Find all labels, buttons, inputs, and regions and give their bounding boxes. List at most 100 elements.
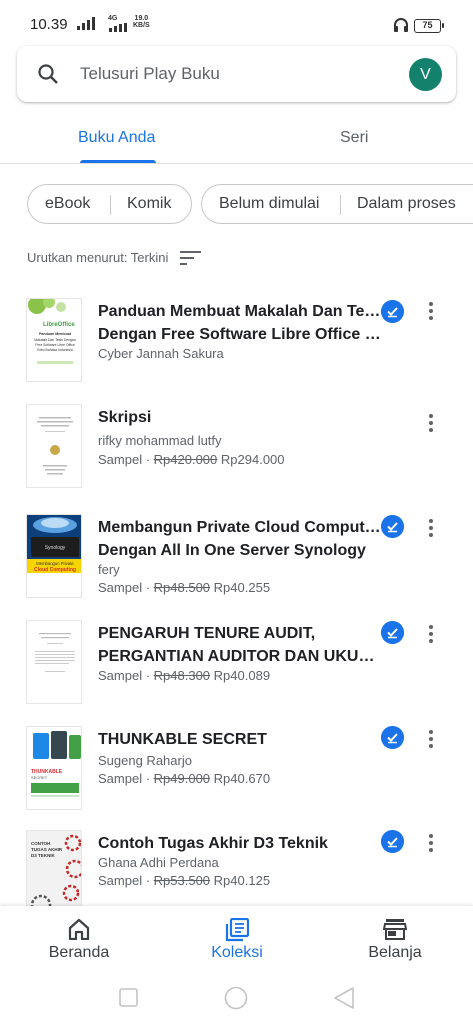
book-item[interactable]: PENGARUH TENURE AUDIT, PERGANTIAN AUDITO…	[0, 620, 473, 726]
cover-text: Panduan Membuat	[39, 332, 72, 336]
tab-indicator	[80, 160, 156, 163]
status-filter-group: Belum dimulai Dalam proses	[201, 184, 473, 224]
book-author: Cyber Jannah Sakura	[98, 346, 224, 361]
book-cover-art: Synology Membangun Private Cloud Computi…	[27, 515, 81, 597]
book-title-line: Contoh Tugas Akhir D3 Teknik	[98, 835, 328, 852]
chip-dalam-proses[interactable]: Dalam proses	[357, 195, 456, 213]
book-item[interactable]: THUNKABLE SECRET THUNKABLE SECRET Sugeng…	[0, 726, 473, 832]
nav-label: Belanja	[368, 944, 422, 961]
chip-belum-dimulai[interactable]: Belum dimulai	[219, 195, 319, 213]
chip-divider	[110, 195, 111, 215]
book-title: Contoh Tugas Akhir D3 Teknik	[98, 832, 383, 855]
old-price: Rp420.000	[153, 452, 218, 467]
book-title-line: Dengan Free Software Libre Office Ed...	[98, 326, 383, 343]
book-price: Sampel · Rp53.500 Rp40.125	[98, 871, 270, 890]
more-options-icon[interactable]	[421, 412, 441, 436]
bottom-navigation: Beranda Koleksi Belanja	[0, 906, 473, 972]
book-title-line: Membangun Private Cloud Computing	[98, 519, 383, 536]
book-title-line: THUNKABLE SECRET	[98, 731, 267, 748]
price: Rp40.125	[213, 873, 271, 888]
book-title-line: Dengan All In One Server Synology	[98, 542, 366, 559]
book-author: Sugeng Raharjo	[98, 753, 192, 768]
book-cover-art: LibreOffice Panduan Membuat Makalah Dan …	[27, 299, 81, 381]
sort-label[interactable]: Urutkan menurut: Terkini	[27, 250, 168, 265]
sample-label: Sampel ·	[98, 771, 151, 786]
price: Rp40.089	[213, 668, 271, 683]
home-icon	[68, 918, 90, 940]
sort-icon[interactable]	[180, 251, 201, 265]
book-title: PENGARUH TENURE AUDIT, PERGANTIAN AUDITO…	[98, 622, 383, 668]
old-price: Rp49.000	[153, 771, 211, 786]
sample-label: Sampel ·	[98, 580, 151, 595]
cover-text: CONTOH	[31, 841, 50, 846]
book-title-line: Panduan Membuat Makalah Dan Tesis	[98, 303, 383, 320]
cover-text: D3 TEKNIK	[31, 853, 56, 858]
search-input[interactable]: Telusuri Play Buku	[80, 64, 220, 84]
cover-text: Membangun Private	[36, 561, 74, 566]
downloaded-check-icon	[381, 830, 404, 853]
network-type: 4G	[108, 15, 118, 22]
book-price: Sampel · Rp48.300 Rp40.089	[98, 666, 270, 685]
chip-ebook[interactable]: eBook	[45, 195, 90, 213]
nav-koleksi[interactable]: Koleksi	[158, 906, 316, 972]
avatar[interactable]: V	[409, 58, 442, 91]
headset-icon	[394, 18, 408, 32]
cover-text: LibreOffice	[43, 322, 75, 328]
cover-text: Edisi Bahasa Indonesia	[37, 348, 73, 352]
more-options-icon[interactable]	[421, 728, 441, 752]
nav-label: Koleksi	[211, 944, 263, 961]
book-author: rifky mohammad lutfy	[98, 433, 222, 448]
book-title-line: PERGANTIAN AUDITOR DAN UKURA...	[98, 648, 383, 665]
battery-indicator: 75	[414, 19, 444, 33]
nav-label: Beranda	[48, 944, 110, 961]
sample-label: Sampel ·	[98, 873, 151, 888]
book-cover: THUNKABLE SECRET	[26, 726, 82, 810]
book-item[interactable]: Skripsi rifky mohammad lutfy Sampel · Rp…	[0, 404, 473, 510]
book-cover	[26, 620, 82, 704]
more-options-icon[interactable]	[421, 300, 441, 324]
home-button-icon[interactable]	[224, 986, 248, 1010]
book-cover	[26, 404, 82, 488]
downloaded-check-icon	[381, 300, 404, 323]
tab-bar: Buku Anda Seri	[0, 112, 473, 164]
price: Rp40.255	[213, 580, 271, 595]
chip-komik[interactable]: Komik	[127, 195, 171, 213]
search-bar[interactable]: Telusuri Play Buku V	[17, 46, 456, 102]
status-time: 10.39	[30, 16, 68, 33]
speed-unit: KB/S	[133, 22, 150, 29]
more-options-icon[interactable]	[421, 623, 441, 647]
old-price: Rp48.300	[153, 668, 211, 683]
type-filter-group: eBook Komik	[27, 184, 192, 224]
book-title-line: PENGARUH TENURE AUDIT,	[98, 625, 316, 642]
cover-text: TUGAS AKHIR	[31, 847, 63, 852]
network-speed: 19.0 KB/S	[133, 15, 150, 29]
tab-buku-anda[interactable]: Buku Anda	[78, 129, 155, 147]
signal-icon-2	[109, 23, 127, 32]
book-cover: Synology Membangun Private Cloud Computi…	[26, 514, 82, 598]
more-options-icon[interactable]	[421, 517, 441, 541]
book-item[interactable]: Synology Membangun Private Cloud Computi…	[0, 514, 473, 620]
sample-label: Sampel ·	[98, 452, 151, 467]
store-icon	[383, 919, 407, 940]
book-author: fery	[98, 562, 120, 577]
speed-value: 19.0	[134, 15, 149, 22]
downloaded-check-icon	[381, 726, 404, 749]
book-title-line: Skripsi	[98, 409, 152, 426]
book-title: THUNKABLE SECRET	[98, 728, 383, 751]
recent-apps-icon[interactable]	[119, 988, 138, 1007]
tab-seri[interactable]: Seri	[340, 129, 368, 147]
cover-text: Synology	[45, 545, 66, 551]
signal-icon	[77, 17, 95, 30]
book-cover: CONTOH TUGAS AKHIR D3 TEKNIK	[26, 830, 82, 906]
old-price: Rp53.500	[153, 873, 211, 888]
book-item[interactable]: LibreOffice Panduan Membuat Makalah Dan …	[0, 298, 473, 404]
nav-belanja[interactable]: Belanja	[316, 906, 473, 972]
downloaded-check-icon	[381, 621, 404, 644]
more-options-icon[interactable]	[421, 832, 441, 856]
book-item[interactable]: CONTOH TUGAS AKHIR D3 TEKNIK Contoh Tuga…	[0, 830, 473, 906]
cover-text: Cloud Computing	[34, 567, 76, 573]
sample-label: Sampel ·	[98, 668, 151, 683]
back-icon[interactable]	[333, 987, 355, 1009]
nav-beranda[interactable]: Beranda	[0, 906, 158, 972]
book-title: Skripsi	[98, 406, 383, 429]
